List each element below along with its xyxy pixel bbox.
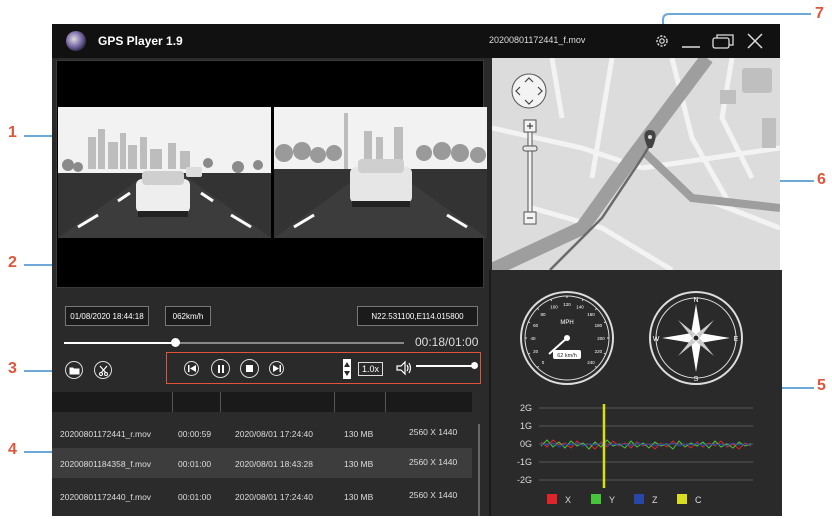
skip-forward-icon: [272, 365, 281, 372]
speedometer-tick: [550, 299, 553, 302]
next-button[interactable]: [269, 361, 284, 376]
gps-player-window: GPS Player 1.9 20200801172441_f.mov 01/0…: [52, 24, 782, 516]
previous-button[interactable]: [184, 361, 199, 376]
g-axis-label: 2G: [520, 403, 532, 413]
datetime-display: 01/08/2020 18:44:18: [65, 306, 149, 326]
speedometer-tick: [594, 307, 598, 311]
speedometer-gauge: 0 20 40 60 80 100 120 140160 180 200 220 240 MPH 62…: [520, 291, 614, 385]
volume-icon[interactable]: [395, 359, 413, 377]
callout-3: 3: [8, 360, 17, 377]
settings-gear-icon[interactable]: [651, 30, 673, 52]
seek-bar[interactable]: [64, 338, 404, 347]
front-camera-view: [58, 107, 271, 238]
callout-2: 2: [8, 254, 17, 271]
file-row[interactable]: 20200801172441_r.mov 00:00:59 2020/08/01…: [52, 418, 472, 448]
speedometer-tick: [528, 352, 531, 355]
g-axis-label: 1G: [520, 421, 532, 431]
volume-slider[interactable]: [416, 362, 478, 369]
callout-1: 1: [8, 124, 17, 141]
playback-speed[interactable]: 1.0x: [358, 362, 384, 376]
file-list-header: [52, 392, 472, 412]
speedometer-tick-label: 20: [533, 349, 539, 354]
minimize-icon[interactable]: [680, 30, 702, 52]
playback-controls: 1.0x: [166, 352, 481, 384]
stop-icon: [246, 365, 253, 372]
g-axis-label: -2G: [517, 475, 532, 485]
speedometer-tick: [528, 321, 531, 324]
speedometer-tick-label: 40: [530, 336, 536, 341]
app-title: GPS Player 1.9: [98, 34, 183, 48]
file-row[interactable]: 20200801172440_f.mov 00:01:00 2020/08/01…: [52, 481, 472, 511]
speedometer-tick-label: 120: [563, 302, 571, 307]
speedometer-tick: [594, 365, 598, 369]
compass-south: S: [694, 376, 699, 383]
legend-z-swatch: [634, 494, 644, 504]
legend-x-swatch: [547, 494, 557, 504]
stop-button[interactable]: [240, 359, 259, 378]
speedometer-unit: MPH: [560, 320, 573, 326]
legend-x-label: X: [565, 495, 571, 505]
gps-coordinates-display: N22.531100,E114.015800: [357, 306, 478, 326]
g-axis-label: -1G: [517, 457, 532, 467]
speedometer-tick-label: 220: [595, 349, 603, 354]
g-sensor-chart: 2G 1G 0G -1G -2G X Y Z C: [517, 403, 753, 505]
volume-handle[interactable]: [471, 362, 478, 369]
compass-west: W: [653, 336, 660, 343]
skip-back-icon: [187, 365, 196, 372]
speedometer-tick: [581, 299, 584, 302]
compass-gauge: N S W E: [649, 291, 743, 385]
speedometer-tick-label: 0: [542, 360, 545, 365]
speedometer-tick: [536, 365, 540, 369]
title-bar: GPS Player 1.9 20200801172441_f.mov: [52, 24, 780, 58]
legend-c-label: C: [695, 495, 702, 505]
legend-y-label: Y: [609, 495, 615, 505]
rear-camera-view: [274, 107, 487, 238]
seek-handle[interactable]: [171, 338, 180, 347]
callout-5: 5: [817, 377, 826, 394]
seek-progress: [64, 342, 176, 344]
cut-clip-button[interactable]: [94, 361, 112, 379]
speedometer-tick-label: 140: [576, 305, 584, 310]
current-file-name: 20200801172441_f.mov: [489, 35, 586, 45]
compass-north: N: [693, 297, 698, 304]
speedometer-readout: 62 km/h: [557, 353, 577, 359]
legend-c-swatch: [677, 494, 687, 504]
video-preview[interactable]: [56, 60, 487, 288]
dashboard-panel: 0 20 40 60 80 100 120 140 160 180 200 220 240 MPH 62…: [489, 270, 782, 516]
pause-button[interactable]: [211, 359, 230, 378]
speedometer-tick-label: 60: [533, 323, 539, 328]
speedometer-tick: [603, 352, 606, 355]
compass-east: E: [734, 336, 739, 343]
file-list: 20200801172441_r.mov 00:00:59 2020/08/01…: [52, 392, 480, 516]
speedometer-tick-label: 80: [540, 312, 546, 317]
file-list-scrollbar[interactable]: [478, 424, 480, 516]
pause-icon: [217, 364, 224, 373]
speedometer-tick-label: 100: [550, 305, 558, 310]
folder-icon: [69, 367, 79, 374]
open-folder-button[interactable]: [65, 361, 83, 379]
gps-map[interactable]: [492, 58, 780, 270]
speedometer-tick-label: 240: [587, 360, 595, 365]
legend-y-swatch: [591, 494, 601, 504]
g-axis-label: 0G: [520, 439, 532, 449]
speedometer-tick-label: 160: [587, 312, 595, 317]
scissors-icon: [98, 365, 108, 376]
speedometer-tick: [536, 307, 540, 311]
speed-stepper-icon[interactable]: [343, 359, 351, 379]
file-row-selected[interactable]: 20200801184358_f.mov 00:01:00 2020/08/01…: [52, 448, 472, 478]
map-pan-control: [511, 73, 547, 109]
callout-7: 7: [815, 5, 824, 22]
speedometer-tick-label: 200: [597, 336, 605, 341]
callout-6: 6: [817, 171, 826, 188]
legend-z-label: Z: [652, 495, 658, 505]
playback-time: 00:18/01:00: [415, 335, 479, 349]
restore-window-icon[interactable]: [712, 30, 734, 52]
speedometer-tick-label: 180: [595, 323, 603, 328]
speedometer-tick: [603, 321, 606, 324]
app-logo: [66, 31, 86, 51]
close-icon[interactable]: [744, 30, 766, 52]
callout-4: 4: [8, 441, 17, 458]
speed-display: 062km/h: [165, 306, 211, 326]
